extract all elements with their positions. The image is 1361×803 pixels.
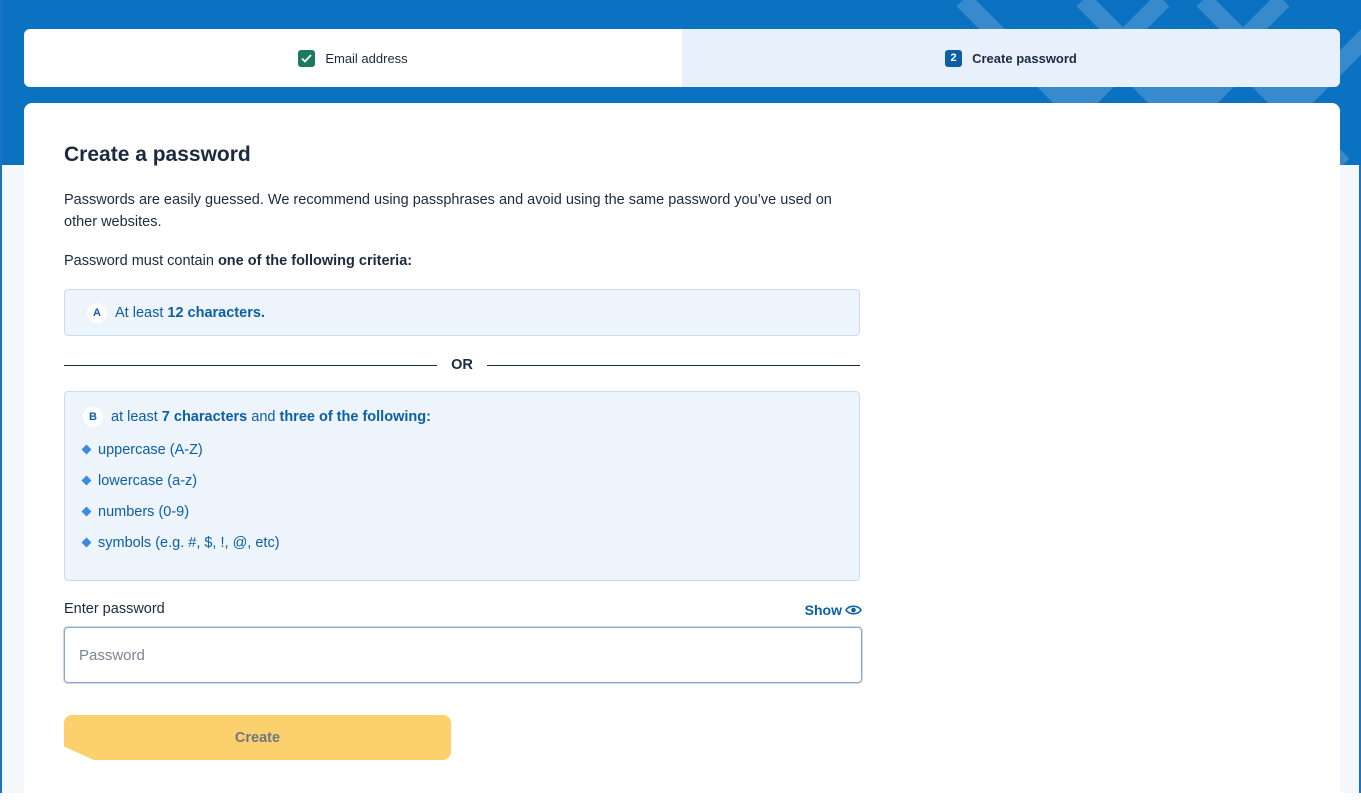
list-item: lowercase (a-z) [81, 465, 859, 496]
progress-stepper: Email address 2 Create password [24, 29, 1340, 87]
option-b-middle: and [247, 409, 280, 425]
step-label: Create password [972, 50, 1077, 66]
option-b-prefix: at least [111, 409, 158, 425]
check-icon [298, 49, 316, 67]
show-password-toggle[interactable]: Show [805, 602, 862, 618]
password-label: Enter password [64, 601, 165, 617]
option-a-prefix: At least [115, 304, 164, 321]
requirement-text: numbers (0-9) [98, 503, 190, 520]
criteria-option-a: A At least 12 characters. [64, 289, 860, 336]
create-button[interactable]: Create [64, 715, 451, 760]
option-a-strong: 12 characters. [167, 304, 265, 321]
list-item: uppercase (A-Z) [81, 434, 859, 465]
option-b-strong1: 7 characters [161, 409, 248, 425]
diamond-bullet-icon [81, 475, 92, 486]
show-label: Show [804, 602, 842, 618]
criteria-prefix: Password must contain [64, 253, 218, 269]
criteria-strong: one of the following criteria: [217, 253, 413, 269]
step-number-badge: 2 [945, 49, 963, 67]
divider-line [486, 364, 860, 366]
list-item: numbers (0-9) [81, 496, 859, 527]
list-item: symbols (e.g. #, $, !, @, etc) [81, 527, 859, 558]
requirements-list: uppercase (A-Z) lowercase (a-z) numbers … [81, 434, 859, 558]
option-a-badge: A [87, 302, 107, 323]
diamond-bullet-icon [81, 444, 92, 455]
page-title: Create a password [64, 143, 251, 166]
requirement-text: lowercase (a-z) [98, 472, 198, 489]
diamond-bullet-icon [81, 506, 92, 517]
criteria-option-b: B at least 7 characters and three of the… [64, 391, 860, 581]
eye-icon [845, 605, 862, 615]
step-email-address[interactable]: Email address [24, 29, 682, 87]
password-input[interactable] [64, 627, 862, 683]
requirement-text: symbols (e.g. #, $, !, @, etc) [98, 534, 280, 551]
option-b-heading: B at least 7 characters and three of the… [83, 406, 859, 428]
step-label: Email address [325, 50, 408, 66]
app-frame: Email address 2 Create password Create a… [0, 0, 1361, 803]
divider-line [64, 364, 438, 366]
diamond-bullet-icon [81, 537, 92, 548]
option-b-badge: B [83, 407, 103, 427]
or-divider: OR [64, 355, 860, 375]
criteria-heading: Password must contain one of the followi… [64, 253, 412, 269]
option-b-strong2: three of the following: [279, 409, 431, 425]
intro-text: Passwords are easily guessed. We recomme… [64, 192, 832, 230]
step-create-password[interactable]: 2 Create password [682, 29, 1340, 87]
requirement-text: uppercase (A-Z) [98, 441, 203, 458]
form-card: Create a password Passwords are easily g… [24, 103, 1340, 803]
or-label: OR [451, 357, 473, 373]
